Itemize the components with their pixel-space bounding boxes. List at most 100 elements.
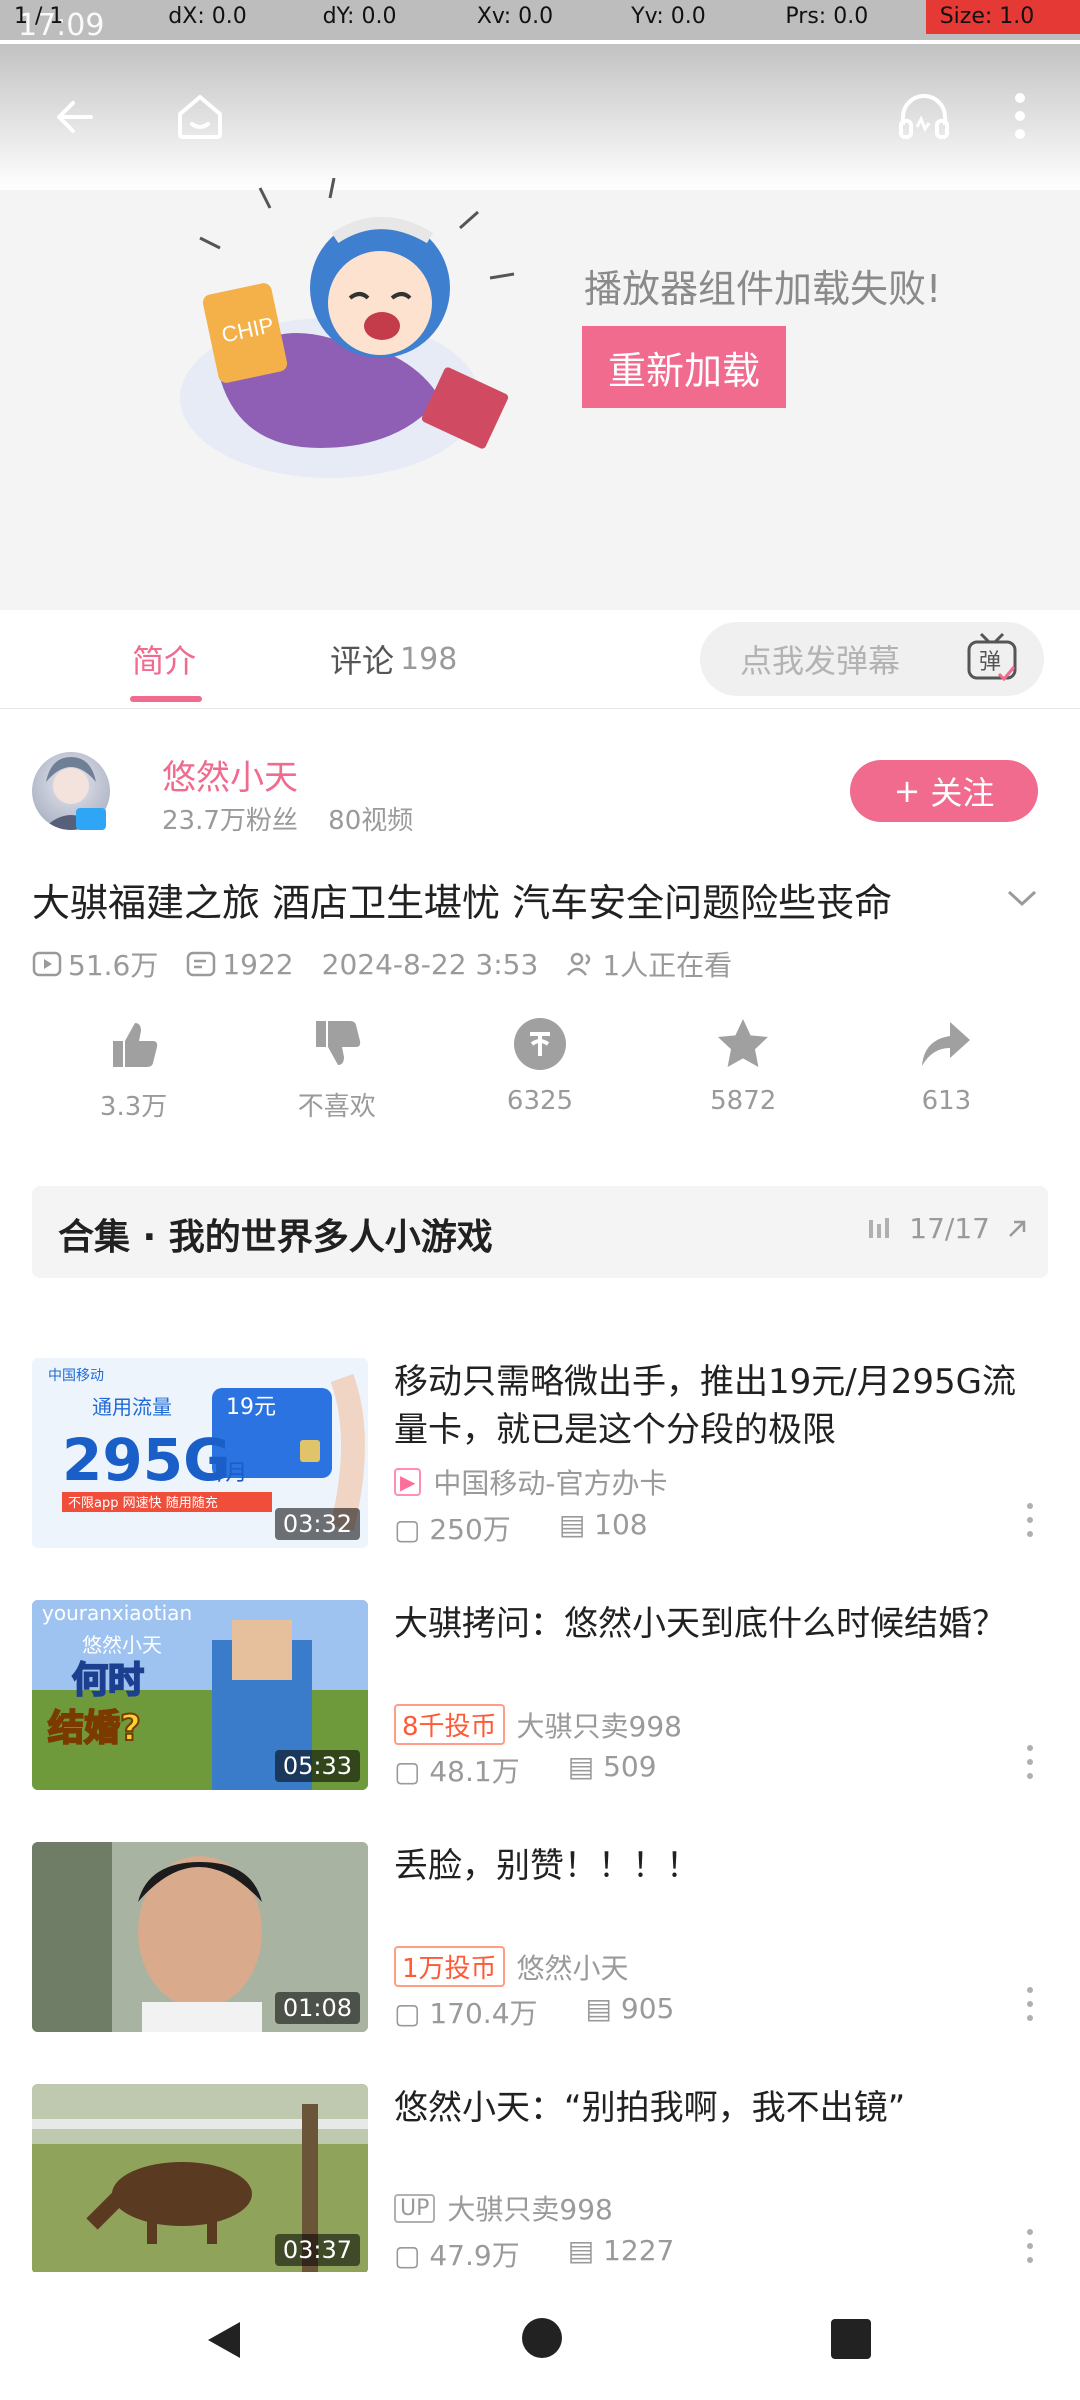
rec-thumbnail: youranxiaotian 悠然小天 何时 结婚? 05:33 — [32, 1600, 368, 1790]
collection-card[interactable]: 合集 · 我的世界多人小游戏 17/17 — [32, 1186, 1048, 1278]
favorite-count: 5872 — [710, 1086, 777, 1116]
rec-author-row: UP 大骐只卖998 — [394, 2188, 613, 2228]
video-stats: 51.6万 1922 2024-8-22 3:53 1人正在看 — [32, 944, 732, 984]
stat-danmaku-value: 1922 — [222, 947, 294, 981]
rec-thumbnail: 01:08 — [32, 1842, 368, 2032]
svg-text:295G: 295G — [62, 1426, 231, 1494]
pointer-debug-bar: 1 / 1 dX: 0.0 dY: 0.0 Xv: 0.0 Yv: 0.0 Pr… — [0, 0, 1080, 34]
uploader-videos: 80视频 — [328, 806, 414, 836]
listen-button[interactable] — [872, 64, 976, 168]
coin-count: 6325 — [506, 1086, 574, 1116]
rec-views: ▢ 250万 — [394, 1513, 511, 1546]
collection-title: 合集 · 我的世界多人小游戏 — [58, 1217, 493, 1258]
rec-more-icon[interactable] — [1020, 1500, 1040, 1540]
recommended-item[interactable]: 01:08 丢脸，别赞！！！！ 1万投币 悠然小天 ▢ 170.4万 ▤ 905 — [0, 1842, 1080, 2082]
recommended-item[interactable]: youranxiaotian 悠然小天 何时 结婚? 05:33 大骐拷问：悠然… — [0, 1600, 1080, 1840]
rec-views-value: 170.4万 — [429, 1997, 538, 2030]
collection-right: 17/17 — [865, 1212, 1030, 1245]
share-button[interactable]: 613 — [845, 1014, 1048, 1134]
stat-date: 2024-8-22 3:53 — [322, 944, 539, 984]
tab-comments[interactable]: 评论 198 — [330, 610, 457, 708]
danmaku-button-label: 弹 — [979, 650, 1001, 675]
ad-badge-icon: ▶ — [394, 1468, 422, 1496]
rec-more-icon[interactable] — [1020, 1742, 1040, 1782]
rec-author: 中国移动-官方办卡 — [433, 1467, 668, 1500]
home-button[interactable] — [148, 64, 252, 168]
follow-plus-icon: + — [893, 772, 921, 810]
action-row: 3.3万 不喜欢 6325 5872 613 — [32, 1014, 1048, 1134]
rec-coin-badge: 8千投币 — [394, 1704, 505, 1745]
rec-title: 丢脸，别赞！！！！ — [394, 1846, 700, 1886]
rec-views-value: 48.1万 — [429, 1755, 520, 1788]
rec-danmaku-value: 509 — [603, 1750, 657, 1783]
rec-danmaku-value: 1227 — [603, 2234, 675, 2267]
like-count: 3.3万 — [99, 1092, 168, 1122]
rec-views: ▢ 48.1万 — [394, 1755, 520, 1788]
rec-author-row: 1万投币 悠然小天 — [394, 1946, 629, 1987]
nav-home-icon[interactable] — [520, 2316, 564, 2360]
rec-title: 悠然小天：“别拍我啊，我不出镜” — [394, 2088, 906, 2128]
rec-author: 大骐只卖998 — [447, 2193, 613, 2226]
rec-more-icon[interactable] — [1020, 1984, 1040, 2024]
debug-pointer-count: 1 / 1 — [14, 4, 64, 29]
rec-author-row: ▶ 中国移动-官方办卡 — [394, 1462, 668, 1502]
uploader-level-badge — [76, 808, 106, 830]
svg-text:结婚?: 结婚? — [48, 1708, 141, 1749]
debug-dy: dY: 0.0 — [322, 4, 397, 29]
star-icon — [713, 1014, 773, 1074]
rec-author-row: 8千投币 大骐只卖998 — [394, 1704, 682, 1745]
rec-author: 大骐只卖998 — [516, 1709, 682, 1743]
nav-back-icon[interactable] — [200, 2316, 248, 2364]
tab-intro[interactable]: 简介 — [132, 610, 196, 708]
tab-active-indicator — [130, 696, 202, 702]
rec-danmaku: ▤ 509 — [567, 1750, 657, 1783]
rec-views-value: 250万 — [429, 1513, 511, 1546]
follow-label: 关注 — [930, 774, 995, 812]
reload-button[interactable]: 重新加载 — [582, 326, 786, 408]
svg-text:19元: 19元 — [226, 1395, 276, 1420]
rec-views: ▢ 47.9万 — [394, 2239, 520, 2272]
share-count: 613 — [921, 1086, 972, 1116]
dislike-button[interactable]: 不喜欢 — [235, 1014, 438, 1134]
like-button[interactable]: 3.3万 — [32, 1014, 235, 1134]
more-options-button[interactable] — [980, 86, 1060, 146]
danmaku-toggle-button[interactable]: 弹 — [940, 622, 1044, 696]
uploader-name[interactable]: 悠然小天 — [162, 750, 298, 799]
rec-more-icon[interactable] — [1020, 2226, 1040, 2266]
rec-thumbnail: 中国移动 通用流量 19元 295G /月 不限app 网速快 随用随充 03:… — [32, 1358, 368, 1548]
tab-comments-count: 198 — [400, 641, 458, 677]
favorite-button[interactable]: 5872 — [642, 1014, 845, 1134]
expand-description-button[interactable] — [996, 872, 1048, 924]
recommended-item[interactable]: 03:37 悠然小天：“别拍我啊，我不出镜” UP 大骐只卖998 ▢ 47.9… — [0, 2084, 1080, 2274]
play-count-icon — [32, 951, 62, 977]
rec-duration: 01:08 — [274, 1992, 360, 2024]
danmaku-count-icon — [187, 951, 216, 977]
rec-danmaku-value: 108 — [594, 1508, 648, 1541]
rec-stats: ▢ 47.9万 ▤ 1227 — [394, 2234, 674, 2274]
rec-author: 悠然小天 — [516, 1951, 629, 1985]
rec-thumbnail: 03:37 — [32, 2084, 368, 2274]
rec-stats: ▢ 250万 ▤ 108 — [394, 1508, 648, 1548]
rec-coin-badge: 1万投币 — [394, 1946, 505, 1987]
coin-button[interactable]: 6325 — [438, 1014, 641, 1134]
rec-views-value: 47.9万 — [429, 2239, 520, 2272]
svg-text:中国移动: 中国移动 — [48, 1368, 104, 1384]
danmaku-tv-icon: 弹 — [967, 632, 1017, 682]
debug-yv: Yv: 0.0 — [631, 4, 706, 29]
rec-duration: 03:32 — [274, 1508, 360, 1540]
expand-arrow-icon — [1009, 1220, 1026, 1237]
svg-text:何时: 何时 — [72, 1660, 144, 1701]
rec-views: ▢ 170.4万 — [394, 1997, 538, 2030]
danmaku-input[interactable]: 点我发弹幕 — [700, 622, 940, 696]
more-vertical-icon — [1015, 93, 1025, 139]
nav-recents-icon[interactable] — [830, 2318, 872, 2360]
rec-title: 移动只需略微出手，推出19元/月295G流量卡，就已是这个分段的极限 — [394, 1362, 1016, 1450]
rec-danmaku: ▤ 1227 — [567, 2234, 675, 2267]
follow-button[interactable]: + 关注 — [850, 760, 1038, 822]
headphones-icon — [899, 94, 949, 139]
back-button[interactable] — [30, 72, 120, 162]
recommended-item[interactable]: 中国移动 通用流量 19元 295G /月 不限app 网速快 随用随充 03:… — [0, 1358, 1080, 1598]
stat-views: 51.6万 — [32, 944, 158, 984]
svg-text:悠然小天: 悠然小天 — [82, 1633, 162, 1657]
player-error-message: 播放器组件加载失败! — [584, 267, 942, 311]
